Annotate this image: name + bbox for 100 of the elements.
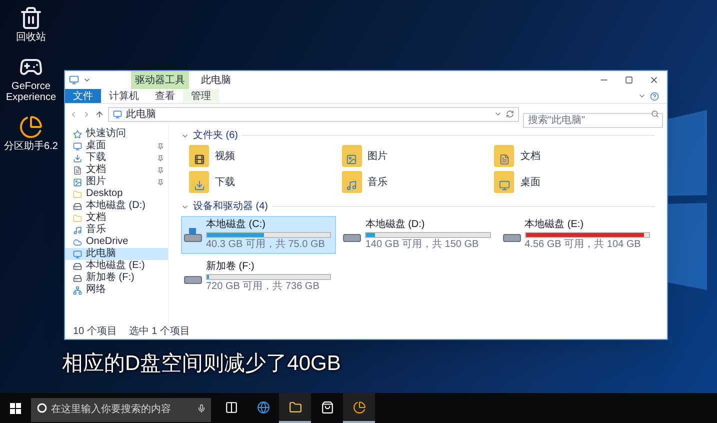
ribbon-tab[interactable]: 管理: [183, 89, 219, 103]
drive-free-space: 40.3 GB 可用，共 75.0 GB: [206, 239, 326, 251]
expand-ribbon-icon[interactable]: [638, 92, 646, 100]
folder-icon[interactable]: [342, 171, 362, 193]
nav-item[interactable]: 网络: [65, 284, 168, 296]
nav-item[interactable]: 音乐: [65, 224, 168, 236]
drive-tile[interactable]: 本地磁盘 (D:) 140 GB 可用，共 150 GB: [340, 216, 496, 254]
music-icon: [73, 226, 82, 234]
section-header[interactable]: 设备和驱动器 (4): [193, 199, 268, 214]
ribbon-tab[interactable]: 查看: [147, 89, 183, 103]
folder-label[interactable]: 图片: [368, 148, 388, 164]
microphone-icon[interactable]: [197, 404, 206, 413]
start-button[interactable]: [10, 402, 21, 414]
status-text: 选中 1 个项目: [128, 324, 190, 339]
folder-icon: [73, 214, 82, 222]
shopping-bag-icon: [320, 400, 334, 414]
folder-icon[interactable]: [189, 145, 209, 167]
drive-icon: [73, 274, 82, 282]
download-icon: [194, 180, 204, 191]
monitor-icon: [73, 142, 82, 150]
nav-item[interactable]: 新加卷 (F:): [65, 272, 168, 284]
network-icon: [73, 286, 82, 294]
address-bar[interactable]: 此电脑: [108, 106, 519, 122]
drive-free-space: 4.56 GB 可用，共 104 GB: [524, 239, 642, 251]
caret-icon[interactable]: [494, 110, 502, 118]
nav-item[interactable]: Desktop: [65, 188, 168, 200]
section-header[interactable]: 文件夹 (6): [193, 128, 238, 143]
trash-icon[interactable]: [19, 6, 43, 30]
drive-name: 新加卷 (F:): [206, 261, 256, 273]
context-tab-header: 驱动器工具: [131, 71, 189, 89]
taskbar-app[interactable]: [343, 393, 375, 423]
folder-icon: [73, 190, 82, 198]
drive-icon: [73, 202, 82, 210]
folder-icon[interactable]: [494, 171, 514, 193]
nav-item[interactable]: 桌面: [65, 140, 168, 152]
drive-icon: [184, 228, 202, 242]
computer-icon: [69, 75, 79, 85]
nav-item[interactable]: OneDrive: [65, 236, 168, 248]
monitor-icon: [498, 180, 510, 191]
nav-item[interactable]: 下载: [65, 152, 168, 164]
folder-label[interactable]: 视频: [215, 148, 235, 164]
window-title: 此电脑: [201, 74, 231, 88]
desktop-icon-label: GeForce Experience: [4, 81, 58, 103]
ribbon-tab[interactable]: 文件: [65, 89, 101, 103]
document-icon: [73, 166, 82, 174]
picture-icon: [346, 154, 358, 165]
nav-item[interactable]: 此电脑: [65, 248, 168, 260]
star-icon: [73, 130, 82, 138]
help-icon[interactable]: [650, 92, 659, 100]
nav-item[interactable]: 文档: [65, 164, 168, 176]
folder-label[interactable]: 下载: [215, 174, 235, 190]
nav-item[interactable]: 本地磁盘 (E:): [65, 260, 168, 272]
nav-item[interactable]: 本地磁盘 (D:): [65, 200, 168, 212]
task-view-icon: [224, 400, 238, 414]
globe-icon: [256, 400, 270, 414]
search-icon: [651, 110, 659, 118]
close-icon[interactable]: [649, 75, 659, 85]
cortana-icon: [37, 403, 47, 413]
computer-icon: [73, 250, 82, 258]
pie-chart-icon[interactable]: [19, 115, 43, 139]
folder-icon: [288, 400, 302, 414]
document-icon: [498, 154, 510, 165]
drive-tile[interactable]: 新加卷 (F:) 720 GB 可用，共 736 GB: [181, 258, 336, 296]
nav-item[interactable]: 图片: [65, 176, 168, 188]
folder-label[interactable]: 文档: [520, 148, 540, 164]
drive-tile[interactable]: 本地磁盘 (C:) 40.3 GB 可用，共 75.0 GB: [181, 216, 336, 254]
cloud-icon: [73, 238, 82, 246]
pin-icon: [157, 178, 164, 186]
nav-item[interactable]: 文档: [65, 212, 168, 224]
folder-label[interactable]: 音乐: [368, 174, 388, 190]
video-subtitle: 相应的D盘空间则减少了40GB: [62, 351, 341, 377]
search-field[interactable]: 搜索"此电脑": [523, 112, 663, 128]
drive-name: 本地磁盘 (D:): [365, 219, 426, 231]
desktop-icon-label: 回收站: [16, 32, 46, 43]
film-icon: [194, 154, 204, 165]
pin-icon: [157, 166, 164, 174]
download-icon: [73, 154, 82, 162]
caret-icon[interactable]: [83, 76, 91, 84]
folder-icon[interactable]: [494, 145, 514, 167]
pin-icon: [157, 142, 164, 150]
folder-icon[interactable]: [342, 145, 362, 167]
drive-tile[interactable]: 本地磁盘 (E:) 4.56 GB 可用，共 104 GB: [500, 216, 655, 254]
picture-icon: [73, 178, 82, 186]
drive-icon: [73, 262, 82, 270]
computer-icon: [113, 110, 122, 118]
drive-free-space: 720 GB 可用，共 736 GB: [206, 281, 320, 293]
drive-free-space: 140 GB 可用，共 150 GB: [365, 239, 480, 251]
pie-chart-icon: [352, 400, 366, 414]
pin-icon: [157, 154, 164, 162]
taskbar-app[interactable]: [279, 393, 311, 423]
folder-label[interactable]: 桌面: [520, 174, 540, 190]
up-icon[interactable]: [95, 110, 104, 118]
music-icon: [346, 180, 358, 191]
desktop-icon-label: 分区助手6.2: [4, 141, 58, 152]
drive-name: 本地磁盘 (E:): [524, 219, 585, 231]
ribbon-tab[interactable]: 计算机: [101, 89, 147, 103]
taskbar-search-field[interactable]: 在这里输入你要搜索的内容: [31, 398, 211, 422]
nav-item[interactable]: 快速访问: [65, 128, 168, 140]
refresh-icon[interactable]: [506, 110, 514, 118]
maximize-icon[interactable]: [625, 76, 633, 84]
